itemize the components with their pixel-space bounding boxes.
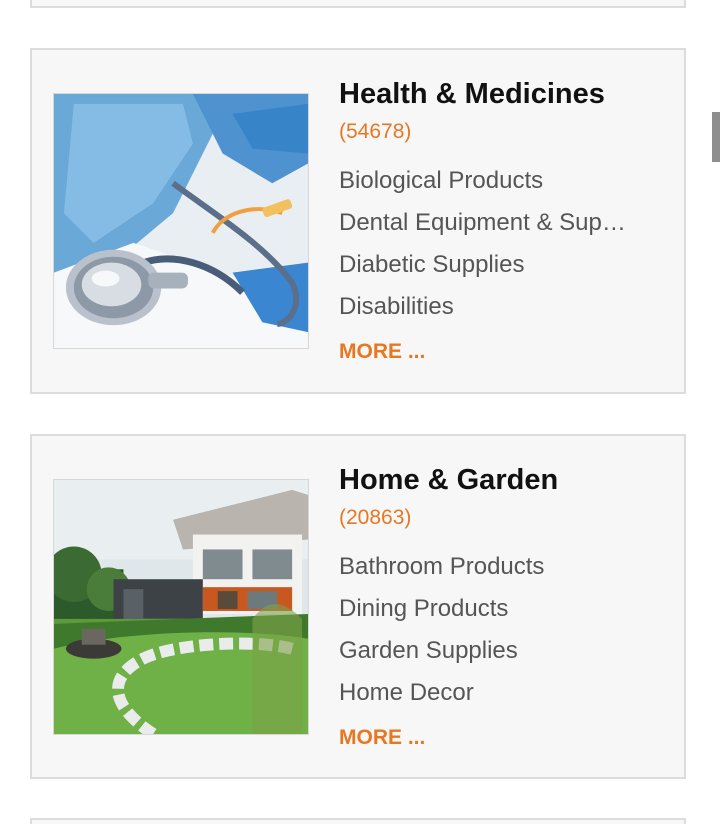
scrollbar-thumb[interactable] [712, 112, 720, 162]
subcategory-list: Bathroom Products Dining Products Garden… [339, 546, 639, 714]
category-card-health-medicines[interactable]: Health & Medicines (54678) Biological Pr… [30, 48, 686, 394]
subcategory-link[interactable]: Bathroom Products [339, 546, 639, 588]
subcategory-link[interactable]: Disabilities [339, 286, 639, 328]
subcategory-link[interactable]: Diabetic Supplies [339, 244, 639, 286]
subcategory-list: Biological Products Dental Equipment & S… [339, 160, 639, 328]
category-count: (54678) [339, 120, 412, 143]
medical-stethoscope-image[interactable] [53, 93, 309, 349]
subcategory-link[interactable]: Dining Products [339, 588, 639, 630]
category-card-partial-bottom [30, 818, 686, 824]
subcategory-link[interactable]: Garden Supplies [339, 630, 639, 672]
category-card-partial-top [30, 0, 686, 8]
category-card-home-garden[interactable]: Home & Garden (20863) Bathroom Products … [30, 434, 686, 779]
more-link[interactable]: MORE ... [339, 337, 425, 367]
house-garden-image[interactable] [53, 479, 309, 735]
subcategory-link[interactable]: Dental Equipment & Supplies [339, 202, 639, 244]
category-title[interactable]: Health & Medicines [339, 74, 605, 114]
category-count: (20863) [339, 506, 412, 529]
subcategory-link[interactable]: Home Decor [339, 672, 639, 714]
house-garden-illustration [54, 480, 308, 734]
medical-stethoscope-illustration [54, 94, 308, 348]
category-title[interactable]: Home & Garden [339, 460, 558, 500]
category-list-page: Health & Medicines (54678) Biological Pr… [0, 0, 720, 824]
subcategory-link[interactable]: Biological Products [339, 160, 639, 202]
more-link[interactable]: MORE ... [339, 723, 425, 753]
